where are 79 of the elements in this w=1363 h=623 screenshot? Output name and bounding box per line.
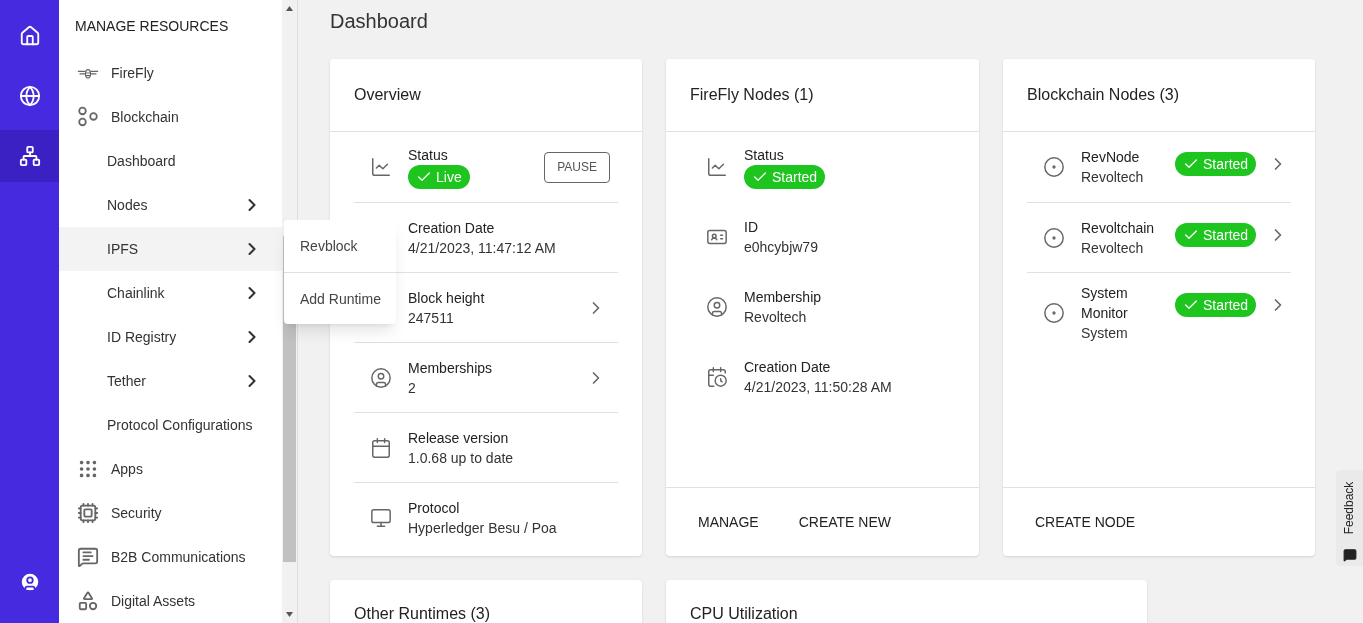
field-label: ID: [744, 218, 758, 237]
calendar-icon: [370, 436, 392, 459]
field-label: Membership: [744, 288, 822, 307]
sidebar-item[interactable]: Apps: [59, 447, 282, 491]
field-label: Release version: [408, 428, 509, 448]
node-name: Revoltchain: [1081, 218, 1155, 238]
chip-icon: [77, 502, 99, 524]
node-name: System Monitor: [1081, 283, 1129, 323]
node-owner: System: [1081, 323, 1128, 343]
account-icon: [18, 571, 41, 593]
menu-item[interactable]: Revblock: [284, 220, 396, 272]
circles-icon: [77, 106, 99, 128]
text-button[interactable]: CREATE NEW: [782, 504, 907, 540]
page-title: Dashboard: [330, 9, 429, 34]
field-value: Hyperledger Besu / Poa: [408, 518, 557, 538]
user-icon: [370, 366, 392, 389]
network-icon: [18, 145, 41, 167]
sidebar-subitem[interactable]: Tether: [59, 359, 282, 403]
sidebar-subitem[interactable]: ID Registry: [59, 315, 282, 359]
radio-icon: [1043, 156, 1065, 178]
sidebar-subitem[interactable]: IPFS: [59, 227, 282, 271]
node-owner: Revoltech: [1081, 168, 1144, 187]
sidebar-subitem[interactable]: Nodes: [59, 183, 282, 227]
user-icon: [706, 296, 728, 318]
grid-icon: [77, 458, 99, 480]
globe-icon: [18, 85, 41, 107]
sidebar-item[interactable]: B2B Communications: [59, 535, 282, 579]
field-value: Revoltech: [744, 308, 807, 327]
node-name: RevNode: [1081, 148, 1140, 167]
sidebar-item[interactable]: FireFly: [59, 51, 282, 95]
radio-icon: [1043, 301, 1065, 324]
card-title: FireFly Nodes (1): [690, 85, 814, 105]
field-label: Status: [408, 146, 448, 165]
sidebar-subitem[interactable]: Dashboard: [59, 139, 282, 183]
card-title: Overview: [354, 85, 421, 105]
field-value: 247511: [408, 308, 454, 328]
menu-item[interactable]: Add Runtime: [284, 272, 396, 324]
feedback-tab[interactable]: Feedback: [1336, 470, 1363, 566]
sidebar-item[interactable]: Digital Assets: [59, 579, 282, 623]
field-label: Status: [744, 146, 784, 165]
card-title: CPU Utilization: [690, 605, 798, 622]
shapes-icon: [77, 590, 99, 612]
field-label: Block height: [408, 288, 485, 308]
text-button[interactable]: MANAGE: [682, 504, 775, 540]
node-owner: Revoltech: [1081, 238, 1144, 258]
sidebar-subitem[interactable]: Chainlink: [59, 271, 282, 315]
status-badge: Started: [744, 165, 826, 189]
text-button[interactable]: CREATE NODE: [1019, 504, 1152, 540]
field-label: Creation Date: [408, 218, 495, 238]
message-icon: [77, 546, 99, 568]
chart-icon: [370, 156, 392, 178]
field-label: Protocol: [408, 498, 460, 518]
field-value: 4/21/2023, 11:50:28 AM: [744, 378, 892, 397]
sidebar-subitem[interactable]: Protocol Configurations: [59, 403, 282, 447]
field-label: Memberships: [408, 358, 493, 378]
field-value: 1.0.68 up to date: [408, 448, 514, 468]
section-heading: MANAGE RESOURCES: [74, 16, 230, 36]
card-title: Blockchain Nodes (3): [1027, 85, 1180, 105]
sidebar-item[interactable]: Blockchain: [59, 95, 282, 139]
status-badge: Started: [1175, 223, 1257, 247]
chart-icon: [706, 156, 728, 178]
feedback-icon: [1342, 548, 1357, 562]
status-badge: Started: [1175, 293, 1257, 317]
sidebar-item[interactable]: Security: [59, 491, 282, 535]
pause-button[interactable]: PAUSE: [544, 151, 610, 183]
field-value: e0hcybjw79: [744, 238, 818, 257]
scroll-down-arrow[interactable]: [286, 612, 293, 617]
scroll-up-arrow[interactable]: [286, 6, 293, 11]
field-value: 2: [408, 378, 416, 398]
home-icon: [18, 25, 41, 47]
field-value: 4/21/2023, 11:47:12 AM: [408, 238, 556, 258]
status-badge: Live: [408, 165, 470, 189]
computer-icon: [370, 506, 392, 529]
card-title: Other Runtimes (3): [354, 605, 491, 622]
radio-icon: [1043, 226, 1065, 249]
calendar-clock-icon: [706, 366, 728, 388]
status-badge: Started: [1175, 152, 1257, 176]
rail-button[interactable]: [0, 130, 59, 182]
field-label: Creation Date: [744, 358, 831, 377]
